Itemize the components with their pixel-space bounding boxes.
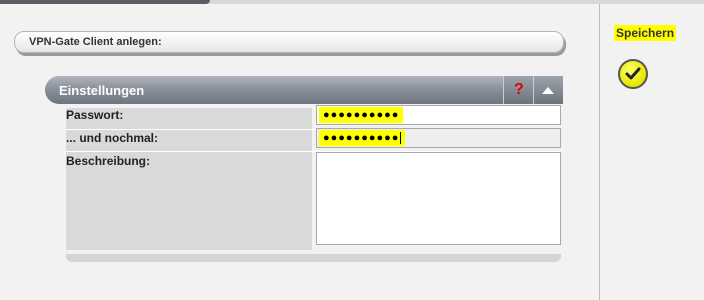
right-panel: Speichern — [600, 4, 704, 300]
password-confirm-label: ... und nochmal: — [66, 131, 158, 145]
main-content: VPN-Gate Client anlegen: Einstellungen ?… — [0, 4, 600, 300]
password-label: Passwort: — [66, 108, 124, 122]
page-title-bar: VPN-Gate Client anlegen: — [14, 31, 564, 53]
collapse-up-icon — [542, 87, 554, 94]
section-footer — [66, 254, 561, 262]
password-confirm-value: ●●●●●●●●●● — [319, 130, 406, 146]
settings-section-header: Einstellungen ? — [45, 76, 563, 104]
collapse-button[interactable] — [533, 76, 563, 104]
save-label[interactable]: Speichern — [614, 25, 677, 41]
password-field[interactable]: ●●●●●●●●●● — [316, 105, 561, 125]
help-icon: ? — [514, 81, 524, 98]
settings-section-title: Einstellungen — [59, 83, 145, 98]
page-title: VPN-Gate Client anlegen: — [29, 36, 162, 48]
password-confirm-field[interactable]: ●●●●●●●●●● — [316, 128, 561, 148]
password-value: ●●●●●●●●●● — [319, 107, 404, 123]
checkmark-icon — [625, 67, 641, 80]
description-label: Beschreibung: — [66, 154, 151, 168]
save-button[interactable] — [618, 59, 648, 89]
help-button[interactable]: ? — [503, 76, 533, 104]
description-textarea[interactable] — [316, 152, 561, 245]
